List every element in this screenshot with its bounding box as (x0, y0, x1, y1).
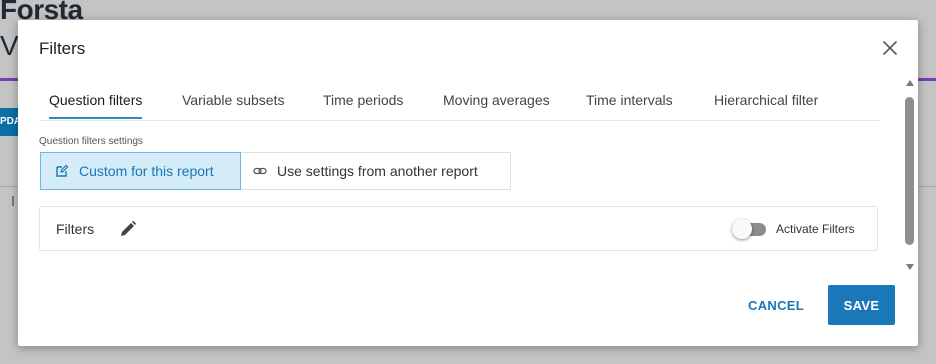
close-icon (883, 41, 897, 55)
cancel-button[interactable]: CANCEL (736, 286, 816, 324)
scroll-down-arrow-icon[interactable] (906, 264, 914, 270)
background-tag: PDA (0, 108, 18, 136)
filters-label: Filters (56, 221, 95, 237)
settings-section-label: Question filters settings (39, 136, 143, 147)
activate-filters-label: Activate Filters (776, 222, 855, 236)
pencil-icon (121, 220, 137, 236)
tab-question-filters[interactable]: Question filters (49, 82, 143, 119)
activate-filters-toggle[interactable] (732, 219, 768, 239)
filters-tab-bar: Question filters Variable subsets Time p… (39, 82, 879, 121)
filters-dialog: Filters Question filters Variable subset… (18, 20, 918, 346)
scroll-up-arrow-icon[interactable] (906, 80, 914, 86)
background-divider-right (918, 186, 936, 187)
dialog-title: Filters (39, 39, 86, 58)
background-nav-underline (0, 78, 20, 81)
other-report-settings-option[interactable]: Use settings from another report (241, 152, 511, 190)
filters-panel: Filters Activate Filters (39, 206, 878, 251)
tab-time-periods[interactable]: Time periods (323, 82, 403, 119)
dialog-scrollbar[interactable] (904, 80, 916, 274)
edit-square-icon (55, 164, 69, 178)
tab-time-intervals[interactable]: Time intervals (586, 82, 673, 119)
background-mark (12, 196, 14, 206)
tab-moving-averages[interactable]: Moving averages (443, 82, 550, 119)
background-heading-fragment: V (0, 30, 19, 61)
background-nav-underline-right (918, 78, 936, 81)
toggle-knob (732, 219, 752, 239)
link-icon (253, 164, 267, 178)
custom-settings-option[interactable]: Custom for this report (40, 152, 241, 190)
close-button[interactable] (880, 38, 900, 58)
tab-hierarchical-filter[interactable]: Hierarchical filter (714, 82, 818, 119)
background-divider (0, 186, 20, 187)
save-button[interactable]: SAVE (828, 285, 895, 325)
tab-variable-subsets[interactable]: Variable subsets (182, 82, 284, 119)
custom-settings-label: Custom for this report (79, 163, 214, 179)
edit-filters-button[interactable] (119, 220, 137, 238)
other-report-settings-label: Use settings from another report (277, 163, 478, 179)
scroll-thumb[interactable] (905, 97, 914, 245)
